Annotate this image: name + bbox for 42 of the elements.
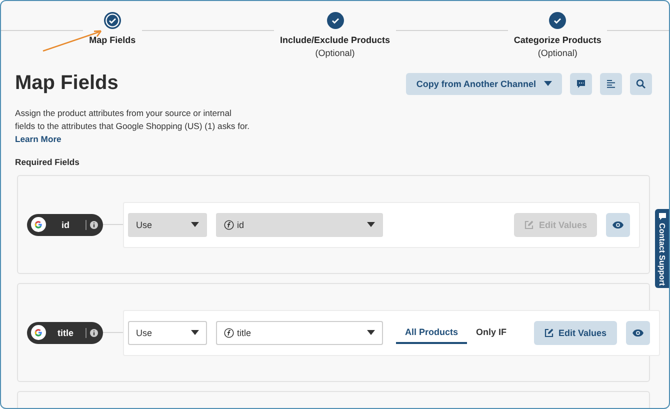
operator-dropdown[interactable]: Use [128, 320, 207, 344]
search-icon [636, 78, 646, 88]
preview-button[interactable] [626, 320, 650, 344]
page-title: Map Fields [15, 72, 118, 95]
caret-icon [367, 222, 375, 227]
step-label: Include/Exclude Products [280, 35, 390, 45]
section-title: Required Fields [15, 157, 80, 167]
lines-icon [606, 78, 616, 88]
edit-values-button[interactable]: Edit Values [534, 320, 617, 344]
chat-icon [576, 78, 586, 88]
info-icon[interactable] [85, 328, 99, 338]
edit-icon [544, 328, 554, 338]
copy-channel-button[interactable]: Copy from Another Channel [406, 72, 562, 94]
caret-icon [191, 330, 199, 335]
step-note: (Optional) [315, 48, 355, 58]
step-label: Categorize Products [514, 35, 602, 45]
google-logo-icon [31, 217, 46, 232]
info-icon[interactable] [85, 220, 99, 230]
attribute-name: title [56, 328, 74, 338]
caret-icon [367, 330, 375, 335]
filter-tab[interactable]: All Products [396, 322, 468, 344]
function-icon [224, 328, 234, 338]
chat-icon [658, 213, 666, 220]
search-button[interactable] [630, 72, 652, 94]
function-icon [224, 220, 234, 230]
edit-icon [524, 220, 534, 230]
preview-button[interactable] [606, 212, 630, 236]
learn-more-link[interactable]: Learn More [15, 134, 62, 144]
caret-icon [544, 81, 552, 86]
step-note: (Optional) [538, 48, 578, 58]
list-button[interactable] [600, 72, 622, 94]
description-text: Assign the product attributes from your source or internal fields to the attributes that Google Shopping (US) (1) asks for. Learn More [15, 107, 251, 146]
step-label: Map Fields [89, 35, 136, 45]
eye-icon [612, 220, 624, 228]
eye-icon [632, 328, 644, 336]
contact-support-tab[interactable]: Contact Support [655, 209, 669, 288]
comment-button[interactable] [570, 72, 592, 94]
google-logo-icon [31, 325, 46, 340]
caret-icon [191, 222, 199, 227]
source-dropdown[interactable]: title [216, 320, 383, 344]
attribute-name: id [60, 220, 70, 230]
filter-tab[interactable]: Only IF [467, 322, 516, 344]
